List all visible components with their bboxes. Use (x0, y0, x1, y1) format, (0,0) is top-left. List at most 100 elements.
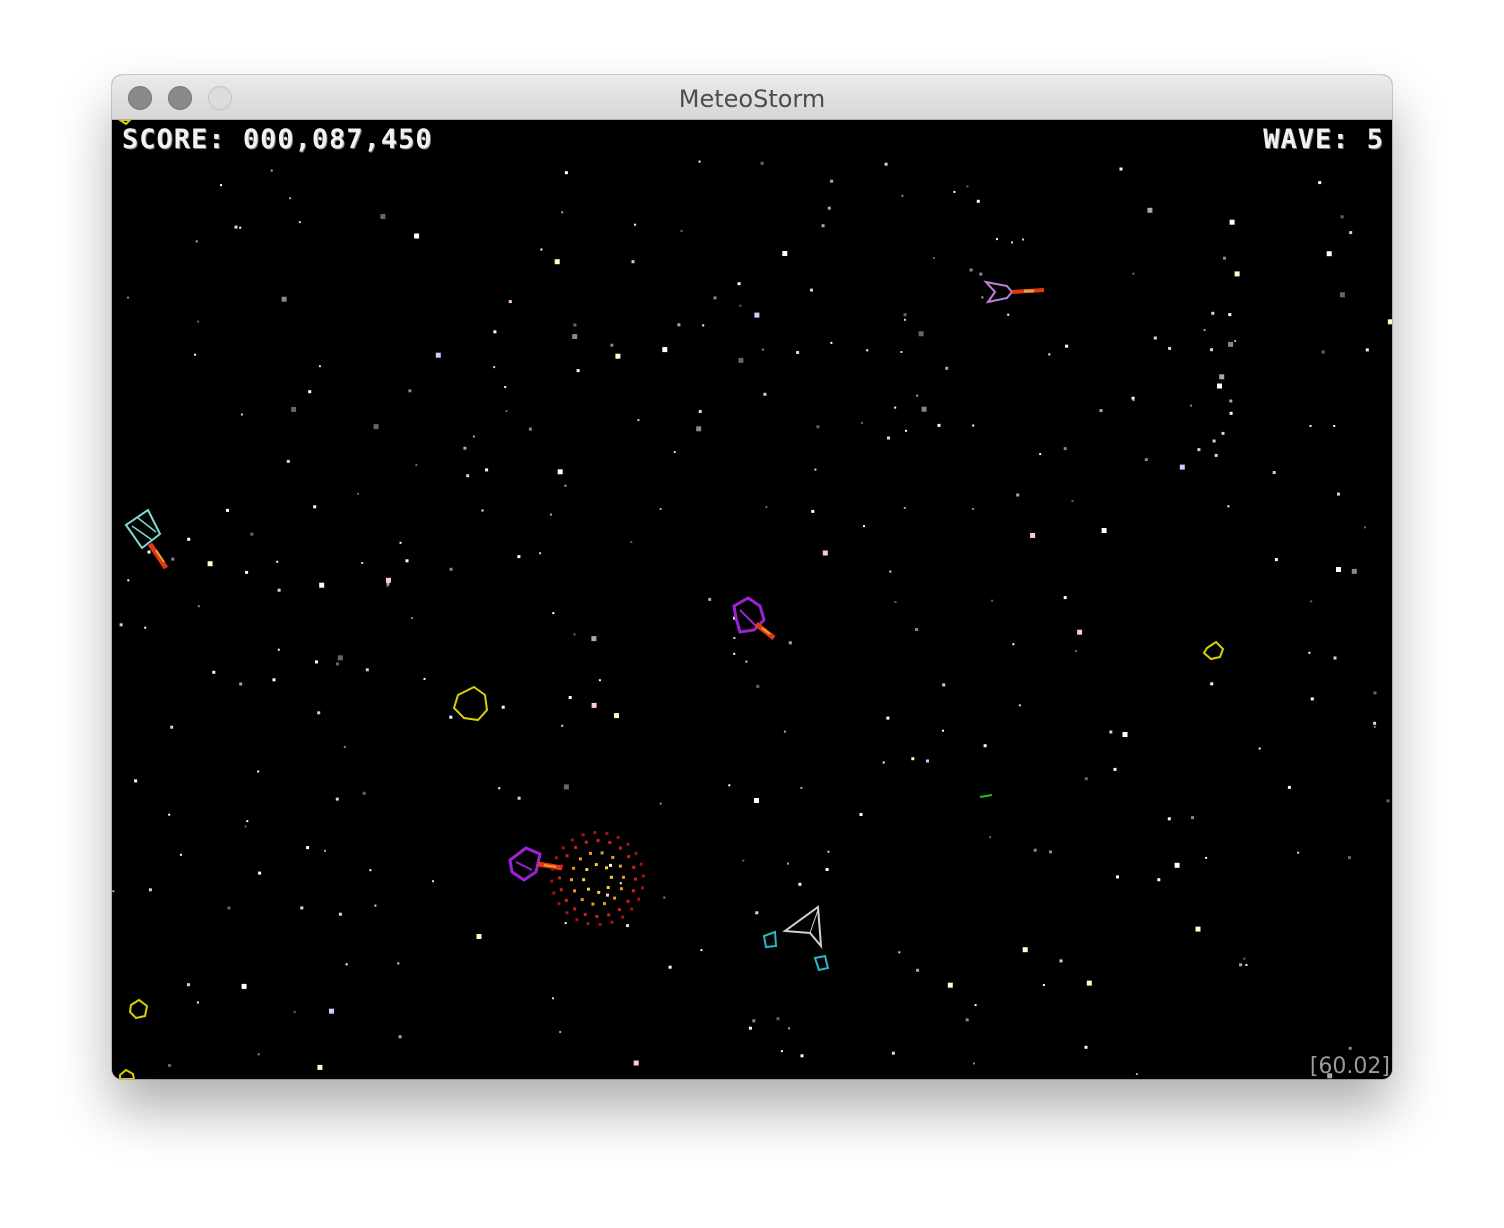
star (257, 1053, 260, 1056)
star (904, 318, 906, 321)
star (1116, 875, 1119, 879)
explosion-particle (627, 855, 631, 859)
star (733, 652, 736, 655)
star (415, 464, 418, 467)
star (738, 357, 744, 363)
star (981, 296, 984, 299)
star (1042, 984, 1045, 986)
explosion-particle (632, 889, 635, 893)
star (1243, 957, 1246, 960)
star (894, 601, 897, 604)
star (1318, 181, 1322, 185)
star (916, 968, 920, 972)
star (557, 469, 563, 475)
star (1340, 215, 1344, 219)
star (810, 288, 813, 292)
star (1063, 596, 1067, 600)
star (787, 862, 789, 865)
star (911, 757, 915, 761)
wave-value: 5 (1366, 124, 1384, 155)
explosion-particle (611, 855, 615, 859)
explosion-particle (626, 842, 630, 846)
enemy-ship (732, 596, 776, 640)
asteroid-small (128, 998, 149, 1020)
star (1337, 492, 1340, 496)
explosion-particle (593, 831, 597, 835)
player-ship (782, 905, 823, 950)
star (631, 260, 635, 264)
star (552, 997, 554, 1000)
star (168, 813, 171, 816)
explosion-particle (616, 835, 620, 839)
explosion-particle (552, 891, 556, 895)
star (591, 636, 597, 642)
star (1077, 629, 1083, 635)
star (755, 911, 759, 915)
explosion-particle (595, 915, 599, 918)
star (1210, 682, 1214, 686)
star (996, 238, 998, 241)
explosion-particle (591, 902, 595, 906)
star (1119, 167, 1123, 171)
star (1153, 336, 1157, 340)
asteroid-large (452, 685, 489, 722)
star (1351, 568, 1357, 574)
star (903, 313, 907, 317)
window-title: MeteoStorm (678, 85, 826, 113)
explosion-particle (573, 907, 577, 911)
star (979, 272, 983, 276)
star (788, 1027, 791, 1030)
star (915, 628, 919, 631)
star (1336, 567, 1341, 572)
explosion-particle (560, 864, 563, 868)
player-option (762, 930, 778, 949)
explosion-particle (605, 866, 608, 870)
star (663, 896, 666, 899)
star (573, 323, 577, 327)
star (863, 525, 865, 528)
star (485, 468, 489, 472)
star (187, 537, 191, 541)
explosion-particle (570, 838, 574, 842)
explosion-particle (583, 913, 587, 916)
star (976, 199, 980, 203)
star (821, 224, 825, 228)
star (1321, 350, 1325, 354)
star (501, 705, 505, 709)
star (1030, 533, 1036, 538)
star (226, 508, 229, 512)
star (336, 662, 339, 666)
title-bar[interactable]: MeteoStorm (112, 75, 1392, 120)
star (798, 882, 802, 886)
star (1190, 404, 1193, 407)
star (1075, 650, 1077, 653)
explosion-particle (584, 840, 588, 844)
explosion-particle (603, 902, 606, 906)
explosion-particle (589, 851, 592, 855)
star (1071, 499, 1074, 502)
star (1223, 256, 1226, 260)
explosion-particle (618, 864, 622, 868)
explosion-particle (587, 887, 590, 891)
star (362, 791, 366, 795)
explosion-particle (558, 876, 561, 880)
star (196, 320, 199, 323)
game-canvas[interactable]: SCORE: 000,087,450 WAVE: 5 [60.02] (112, 120, 1392, 1079)
star (195, 240, 198, 243)
star (898, 951, 901, 954)
star (756, 684, 760, 688)
star (1228, 341, 1234, 347)
star (449, 567, 453, 571)
star (662, 347, 668, 353)
explosion-particle (564, 898, 568, 902)
star (673, 451, 676, 454)
star (306, 846, 310, 850)
explosion-particle (570, 878, 573, 882)
star (380, 214, 386, 219)
star (754, 312, 760, 318)
star (134, 779, 138, 783)
star (860, 421, 863, 424)
star (1373, 725, 1376, 728)
star (258, 871, 262, 875)
star (493, 366, 496, 369)
